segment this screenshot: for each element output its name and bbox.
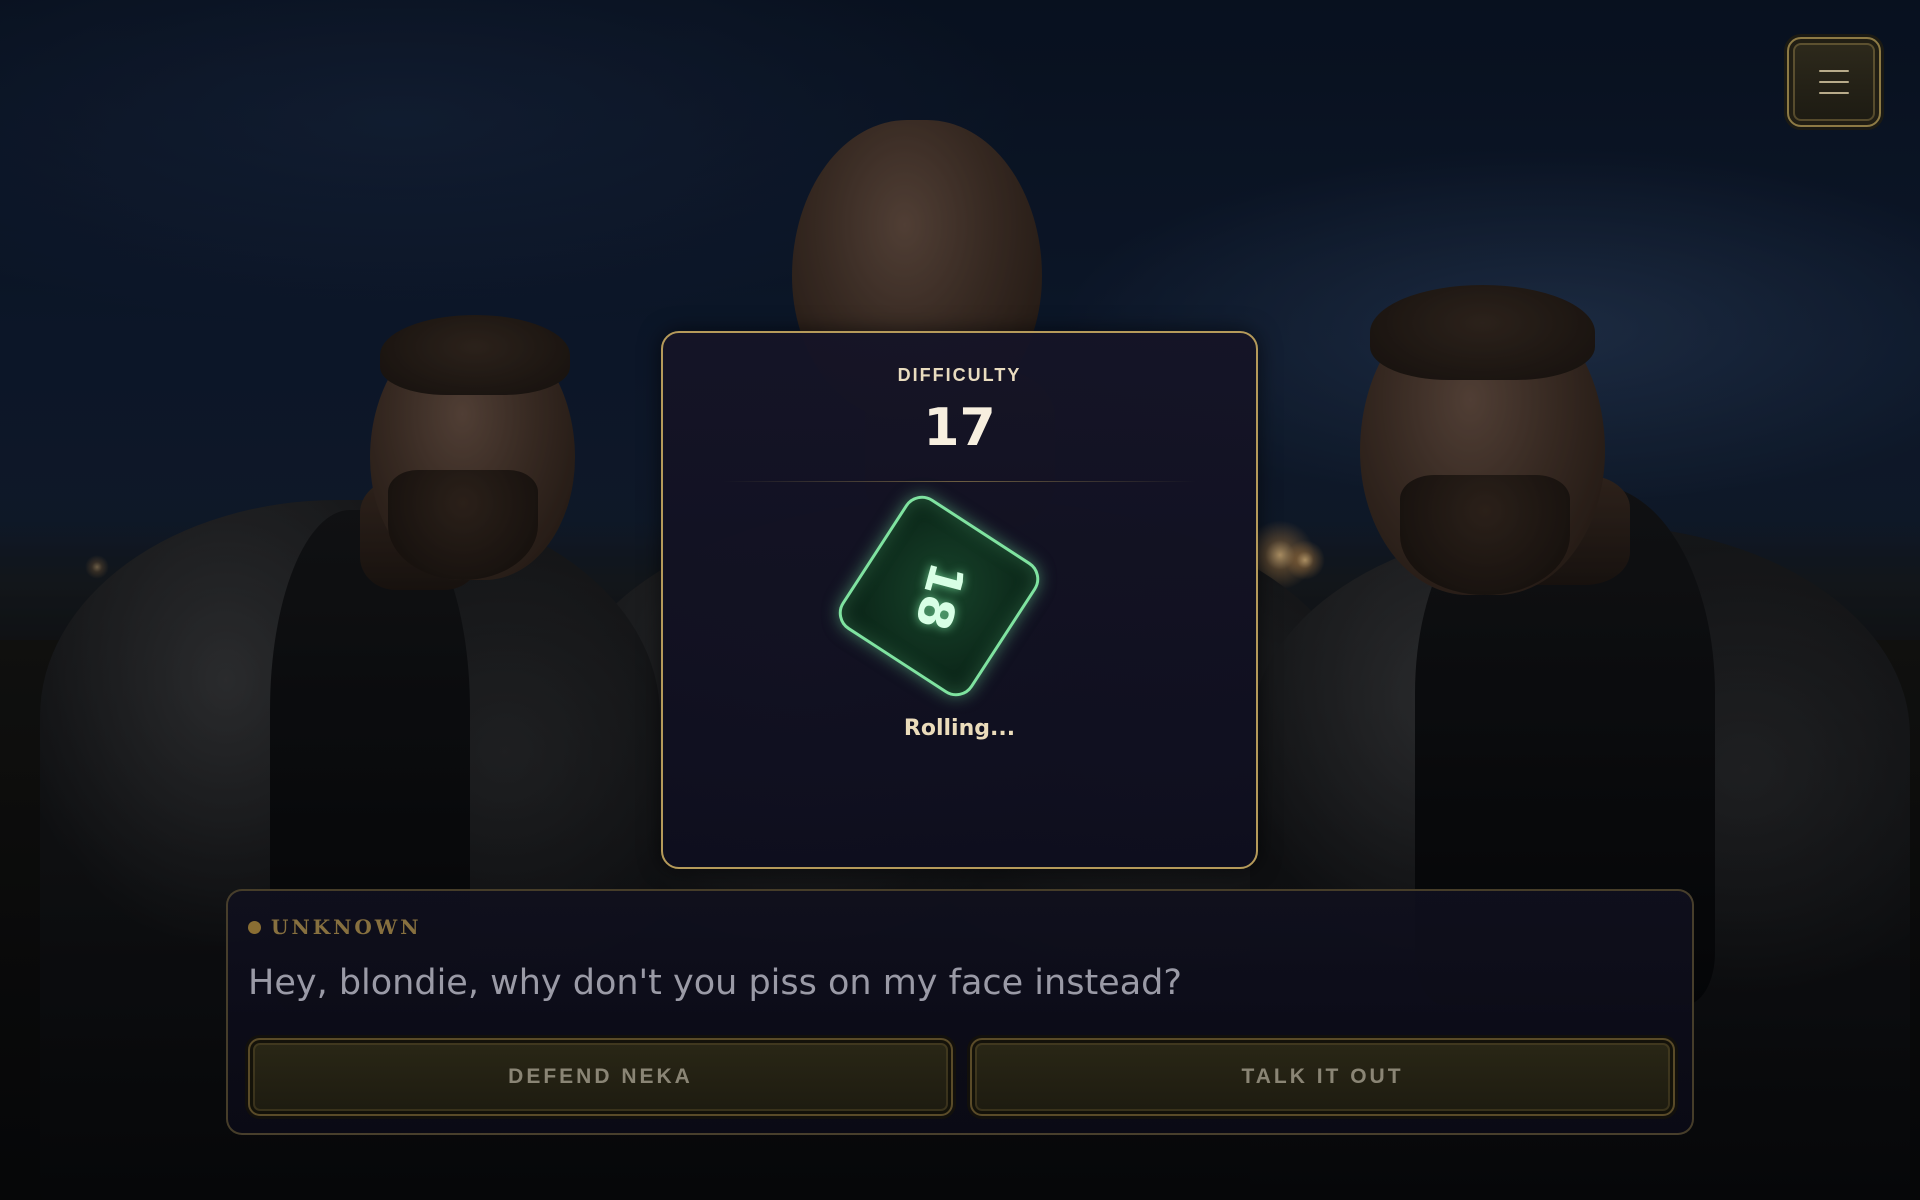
difficulty-value: 17	[923, 398, 996, 458]
choice-talk-it-out-button[interactable]: TALK IT OUT	[970, 1038, 1675, 1116]
roll-status: Rolling...	[903, 716, 1016, 741]
die-value: 18	[903, 556, 975, 636]
choice-defend-neka-button[interactable]: DEFEND NEKA	[248, 1038, 953, 1116]
panel-divider	[723, 481, 1196, 482]
dialogue-text: Hey, blondie, why don't you piss on my f…	[248, 963, 1182, 1003]
speaker-name: UNKNOWN	[271, 915, 422, 939]
skill-check-panel: DIFFICULTY 17 18 Rolling...	[661, 331, 1258, 869]
speaker-tag: UNKNOWN	[248, 915, 422, 939]
menu-button[interactable]	[1787, 37, 1881, 127]
hamburger-menu-icon	[1819, 70, 1849, 94]
difficulty-label: DIFFICULTY	[897, 365, 1022, 385]
speaker-dot-icon	[248, 920, 261, 934]
d20-die: 18	[831, 488, 1047, 704]
dialogue-box: UNKNOWN Hey, blondie, why don't you piss…	[226, 889, 1694, 1135]
